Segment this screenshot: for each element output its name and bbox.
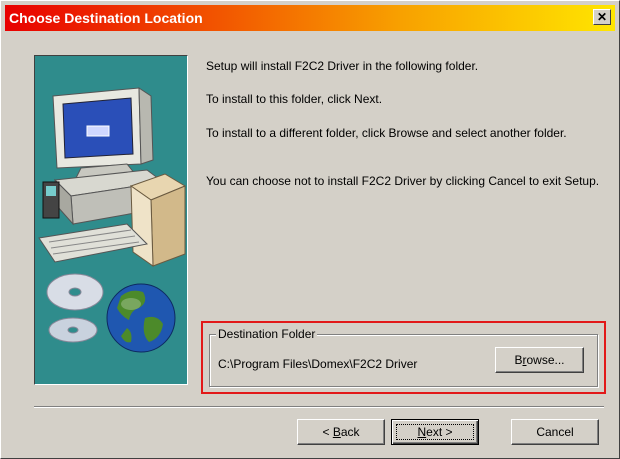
setup-dialog: Choose Destination Location ✕ Setup will… [0, 0, 620, 459]
setup-banner-image [34, 55, 188, 385]
computer-globe-illustration [38, 87, 187, 353]
close-button[interactable]: ✕ [593, 9, 611, 25]
title-bar[interactable]: Choose Destination Location ✕ [5, 5, 615, 31]
intro-text: Setup will install F2C2 Driver in the fo… [206, 59, 479, 73]
window-title: Choose Destination Location [9, 10, 203, 26]
cancel-instruction-text: You can choose not to install F2C2 Drive… [206, 174, 600, 188]
close-icon: ✕ [596, 10, 608, 24]
button-separator [34, 406, 604, 408]
browse-button[interactable]: Browse... [495, 347, 584, 373]
cancel-button[interactable]: Cancel [511, 419, 599, 445]
back-button[interactable]: < Back [297, 419, 385, 445]
destination-highlight: Destination Folder C:\Program Files\Dome… [201, 321, 606, 394]
next-instruction-text: To install to this folder, click Next. [206, 92, 383, 106]
destination-folder-group: Destination Folder C:\Program Files\Dome… [209, 327, 598, 387]
destination-path: C:\Program Files\Domex\F2C2 Driver [218, 357, 418, 371]
focus-rectangle [396, 424, 474, 440]
next-button[interactable]: Next > [391, 419, 479, 445]
browse-instruction-text: To install to a different folder, click … [206, 126, 567, 140]
destination-folder-label: Destination Folder [216, 327, 318, 341]
